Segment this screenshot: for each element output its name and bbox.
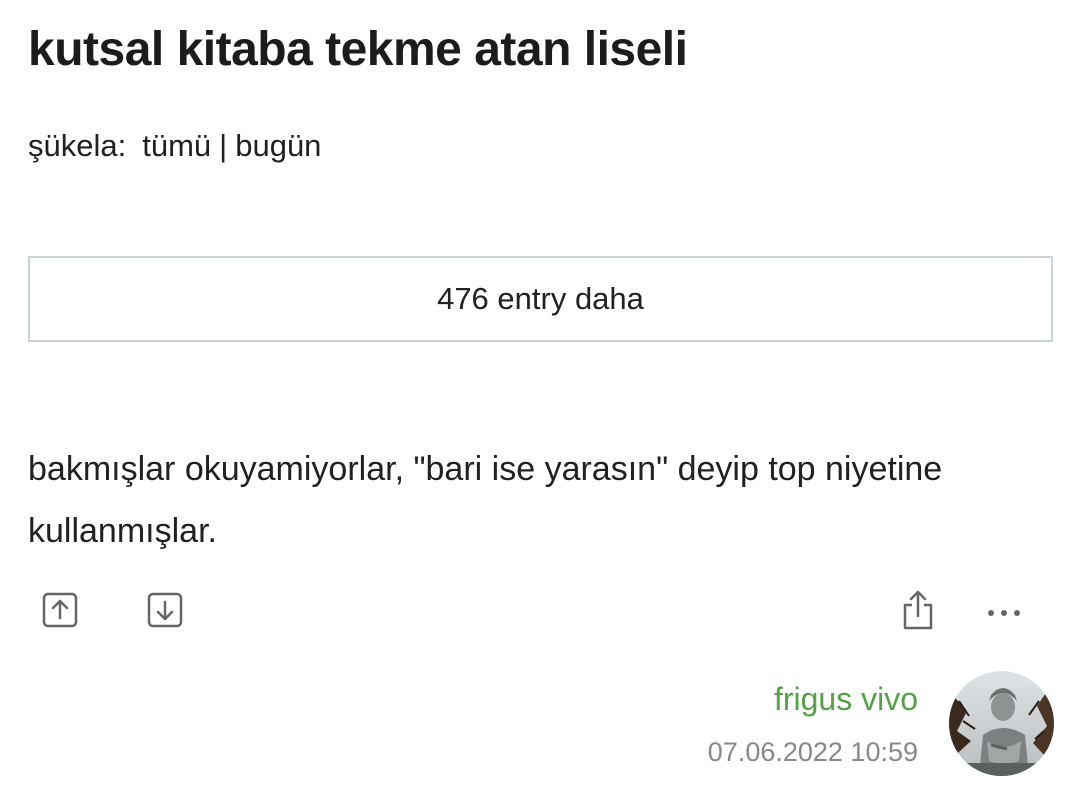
share-icon [903,590,933,630]
filter-all-link[interactable]: tümü [142,126,211,166]
avatar-image [949,671,1054,776]
arrow-up-box-icon [42,592,78,628]
more-options-button[interactable] [984,598,1024,628]
downvote-button[interactable] [145,590,185,630]
ellipsis-icon [988,610,1020,616]
entry-content: bakmışlar okuyamiyorlar, "bari ise yaras… [28,450,943,550]
more-entries-button[interactable]: 476 entry daha [28,256,1053,342]
sukela-label: şükela: [28,128,127,163]
entry-author-link[interactable]: frigus vivo [774,678,918,720]
entry-date-link[interactable]: 07.06.2022 10:59 [708,732,918,772]
sort-filter-bar: şükela: tümü | bugün [28,126,321,166]
share-button[interactable] [898,588,938,632]
filter-separator: | [219,128,228,163]
upvote-button[interactable] [40,590,80,630]
more-entries-label: 476 entry daha [437,281,644,316]
arrow-down-box-icon [147,592,183,628]
filter-today-link[interactable]: bugün [235,126,321,166]
author-avatar[interactable] [949,671,1054,776]
topic-title[interactable]: kutsal kitaba tekme atan liseli [28,20,688,80]
